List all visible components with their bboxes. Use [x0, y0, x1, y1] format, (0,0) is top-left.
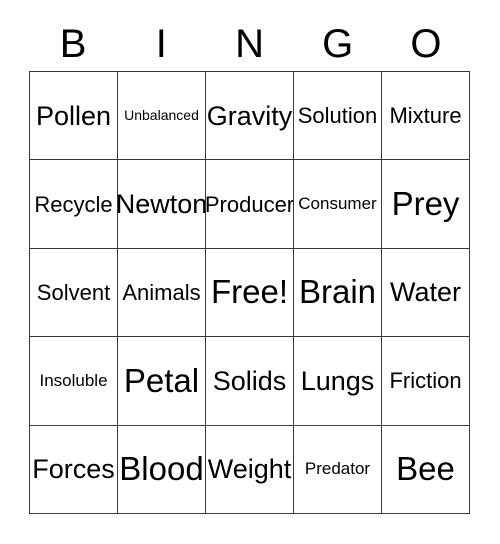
bingo-cell[interactable]: Mixture: [382, 72, 470, 161]
bingo-cell-label: Recycle: [34, 191, 113, 217]
bingo-header-letter-g: G: [322, 22, 354, 66]
bingo-cell[interactable]: Producer: [206, 160, 294, 249]
bingo-header-letter-o: O: [410, 22, 442, 66]
bingo-cell[interactable]: Gravity: [206, 72, 294, 161]
bingo-cell-label: Forces: [32, 454, 115, 485]
bingo-card: B I N G O Pollen Unbalanced Gravity Solutio…: [0, 0, 500, 544]
bingo-cell[interactable]: Animals: [118, 248, 206, 338]
bingo-cell[interactable]: Newton: [118, 160, 206, 249]
bingo-cell[interactable]: Lungs: [294, 337, 382, 426]
bingo-cell[interactable]: Friction: [382, 337, 470, 426]
bingo-cell[interactable]: Insoluble: [30, 337, 118, 426]
bingo-cell-label: Weight: [207, 454, 292, 485]
bingo-cell[interactable]: Solvent: [30, 248, 118, 338]
bingo-cell-label: Gravity: [206, 100, 293, 131]
bingo-header-letter-n: N: [235, 22, 264, 66]
bingo-cell[interactable]: Free!: [206, 248, 294, 338]
bingo-cell[interactable]: Water: [382, 248, 470, 338]
bingo-cell-label: Petal: [123, 361, 200, 399]
bingo-cell-label: Friction: [389, 368, 462, 394]
bingo-header: B I N G O: [29, 17, 470, 71]
bingo-cell[interactable]: Weight: [206, 425, 294, 514]
bingo-cell[interactable]: Solution: [294, 72, 382, 161]
bingo-grid: Pollen Unbalanced Gravity Solution Mixture Re…: [29, 71, 470, 514]
bingo-cell-label: Predator: [304, 459, 371, 479]
bingo-cell-label: Consumer: [298, 194, 377, 214]
bingo-cell-label: Newton: [118, 188, 206, 219]
bingo-header-letter-i: I: [155, 22, 167, 66]
bingo-cell[interactable]: Recycle: [30, 160, 118, 249]
bingo-cell-label: Free!: [210, 273, 289, 311]
bingo-cell[interactable]: Consumer: [294, 160, 382, 249]
bingo-cell[interactable]: Forces: [30, 425, 118, 514]
bingo-cell[interactable]: Prey: [382, 160, 470, 249]
bingo-cell-label: Insoluble: [39, 370, 108, 390]
bingo-header-letter-b: B: [59, 22, 87, 66]
bingo-cell[interactable]: Petal: [118, 337, 206, 426]
bingo-cell-label: Solvent: [36, 279, 111, 305]
bingo-cell[interactable]: Solids: [206, 337, 294, 426]
bingo-cell[interactable]: Pollen: [30, 72, 118, 161]
bingo-cell-label: Solution: [297, 103, 378, 129]
bingo-cell-label: Unbalanced: [124, 107, 199, 124]
bingo-cell[interactable]: Brain: [294, 248, 382, 338]
bingo-cell-label: Mixture: [389, 103, 462, 129]
bingo-cell-label: Blood: [119, 449, 204, 487]
bingo-cell-label: Prey: [391, 184, 460, 222]
bingo-cell[interactable]: Bee: [382, 425, 470, 514]
bingo-cell[interactable]: Unbalanced: [118, 72, 206, 161]
bingo-cell[interactable]: Predator: [294, 425, 382, 514]
bingo-cell-label: Animals: [122, 279, 201, 305]
bingo-cell[interactable]: Blood: [118, 425, 206, 514]
bingo-cell-label: Water: [389, 277, 461, 308]
bingo-cell-label: Pollen: [35, 100, 112, 131]
bingo-cell-label: Solids: [212, 365, 287, 396]
bingo-cell-label: Producer: [206, 191, 294, 217]
bingo-cell-label: Brain: [298, 273, 377, 311]
bingo-cell-label: Lungs: [300, 365, 375, 396]
bingo-cell-label: Bee: [396, 449, 455, 487]
